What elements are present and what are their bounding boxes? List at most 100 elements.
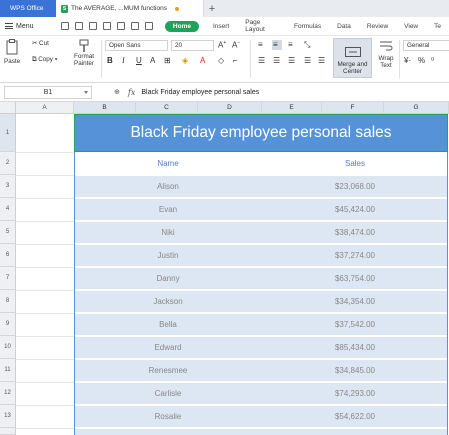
table-cell-name[interactable]: Niki (74, 221, 262, 244)
table-cell-name[interactable]: Rosalie (74, 405, 262, 428)
column-header-a[interactable]: A (16, 102, 74, 114)
redo-icon[interactable] (145, 22, 154, 30)
sheet-title-cell[interactable]: Black Friday employee personal sales (74, 114, 448, 152)
align-right-icon[interactable]: ☰ (288, 56, 295, 65)
merge-and-center-button[interactable]: Merge and Center (333, 38, 372, 78)
orientation-icon[interactable]: ⤡ (304, 40, 310, 50)
column-header-d[interactable]: D (198, 102, 262, 114)
row-header-8[interactable]: 8 (0, 290, 16, 313)
format-painter-button[interactable]: Format Painter (70, 39, 98, 67)
row-header-2[interactable]: 2 (0, 152, 16, 175)
align-top-icon[interactable]: ≡ (258, 40, 263, 49)
more-font-options-icon[interactable]: ⌐ (233, 56, 238, 65)
tab-data[interactable]: Data (329, 23, 359, 30)
row-header-6[interactable]: 6 (0, 244, 16, 267)
underline-icon[interactable]: U (136, 56, 142, 65)
document-tab[interactable]: S The AVERAGE, ...MUM functions (56, 0, 204, 17)
row-header-3[interactable]: 3 (0, 175, 16, 198)
column-header-e[interactable]: E (262, 102, 322, 114)
print-icon[interactable] (103, 22, 112, 30)
zoom-icon[interactable]: ⊕ (114, 88, 120, 96)
undo-icon[interactable] (131, 22, 140, 30)
new-tab-button[interactable]: + (204, 0, 220, 17)
cut-button[interactable]: ✂ Cut (32, 40, 49, 47)
table-cell-name[interactable]: Renesmee (74, 359, 262, 382)
table-cell-sales[interactable]: $34,354.00 (262, 290, 448, 313)
align-bottom-icon[interactable]: ≡ (288, 40, 293, 49)
new-file-icon[interactable] (61, 22, 70, 30)
decrease-font-icon[interactable]: A− (232, 40, 240, 50)
align-middle-icon[interactable]: ≡ (273, 40, 278, 49)
font-size-select[interactable]: 20 (171, 40, 214, 51)
menu-button[interactable]: Menu (0, 23, 61, 30)
bold-icon[interactable]: B (107, 56, 113, 65)
table-cell-name[interactable]: Evan (74, 198, 262, 221)
distributed-icon[interactable]: ☰ (318, 56, 325, 65)
tab-more[interactable]: Te (426, 23, 449, 30)
fill-color-icon[interactable]: ◈ (182, 56, 188, 65)
row-header-9[interactable]: 9 (0, 313, 16, 336)
row-header-7[interactable]: 7 (0, 267, 16, 290)
row-header-5[interactable]: 5 (0, 221, 16, 244)
increase-font-icon[interactable]: A+ (218, 40, 226, 50)
tab-review[interactable]: Review (359, 23, 396, 30)
table-cell-sales[interactable]: $23,068.00 (262, 175, 448, 198)
open-folder-icon[interactable] (75, 22, 84, 30)
borders-icon[interactable]: ⊞ (164, 56, 171, 65)
column-header-c[interactable]: C (136, 102, 198, 114)
tab-view[interactable]: View (396, 23, 426, 30)
table-cell-sales[interactable]: $63,754.00 (262, 267, 448, 290)
wps-office-tab[interactable]: WPS Office (0, 0, 56, 17)
font-name-select[interactable]: Open Sans (105, 40, 168, 51)
tab-formulas[interactable]: Formulas (286, 23, 329, 30)
table-cell-sales[interactable]: $45,424.00 (262, 198, 448, 221)
percent-format-icon[interactable]: % (418, 56, 425, 65)
tab-page-layout[interactable]: Page Layout (237, 19, 286, 33)
table-cell-sales[interactable]: $38,474.00 (262, 221, 448, 244)
row-header-13[interactable]: 13 (0, 405, 16, 428)
row-header-1[interactable]: 1 (0, 114, 16, 152)
row-header-11[interactable]: 11 (0, 359, 16, 382)
align-left-icon[interactable]: ☰ (258, 56, 265, 65)
table-cell-sales[interactable]: $85,434.00 (262, 336, 448, 359)
table-cell-name[interactable]: Justin (74, 244, 262, 267)
table-cell-name[interactable]: Jackson (74, 290, 262, 313)
strikethrough-icon[interactable]: A (150, 56, 155, 65)
row-header-12[interactable]: 12 (0, 382, 16, 405)
print-preview-icon[interactable] (117, 22, 126, 30)
select-all-corner[interactable] (0, 102, 16, 114)
font-color-icon[interactable]: A (200, 56, 205, 65)
row-header-10[interactable]: 10 (0, 336, 16, 359)
table-cell-name[interactable]: Edward (74, 336, 262, 359)
sales-column-header[interactable]: Sales (262, 152, 448, 175)
currency-format-icon[interactable]: ¥· (404, 56, 411, 65)
tab-home[interactable]: Home (164, 20, 199, 32)
table-cell-name[interactable]: Danny (74, 267, 262, 290)
clear-format-icon[interactable]: ◇ (218, 56, 224, 65)
italic-icon[interactable]: I (122, 56, 125, 65)
paste-button[interactable]: Paste (4, 39, 20, 65)
table-cell-sales[interactable]: $37,542.00 (262, 313, 448, 336)
table-cell-name[interactable]: Alison (74, 175, 262, 198)
table-cell-sales[interactable]: $34,845.00 (262, 359, 448, 382)
row-header-14[interactable] (0, 428, 16, 435)
tab-insert[interactable]: Insert (205, 23, 237, 30)
name-column-header[interactable]: Name (74, 152, 262, 175)
function-icon[interactable]: fx (128, 88, 135, 97)
row-header-4[interactable]: 4 (0, 198, 16, 221)
comma-style-icon[interactable]: ⁰ (431, 56, 434, 65)
column-header-b[interactable]: B (74, 102, 136, 114)
table-cell-name[interactable]: Carlisle (74, 382, 262, 405)
table-cell-name[interactable]: Bella (74, 313, 262, 336)
save-icon[interactable] (89, 22, 98, 30)
wrap-text-button[interactable]: Wrap Text (376, 40, 396, 69)
column-header-g[interactable]: G (384, 102, 449, 114)
table-cell-sales[interactable]: $74,293.00 (262, 382, 448, 405)
align-center-icon[interactable]: ☰ (273, 56, 280, 65)
table-cell-sales[interactable]: $37,274.00 (262, 244, 448, 267)
column-header-f[interactable]: F (322, 102, 384, 114)
number-format-select[interactable]: General (403, 40, 449, 51)
copy-button[interactable]: ⧉ Copy ▾ (32, 56, 57, 64)
name-box[interactable]: B1 (4, 85, 92, 99)
table-cell-sales[interactable]: $54,622.00 (262, 405, 448, 428)
